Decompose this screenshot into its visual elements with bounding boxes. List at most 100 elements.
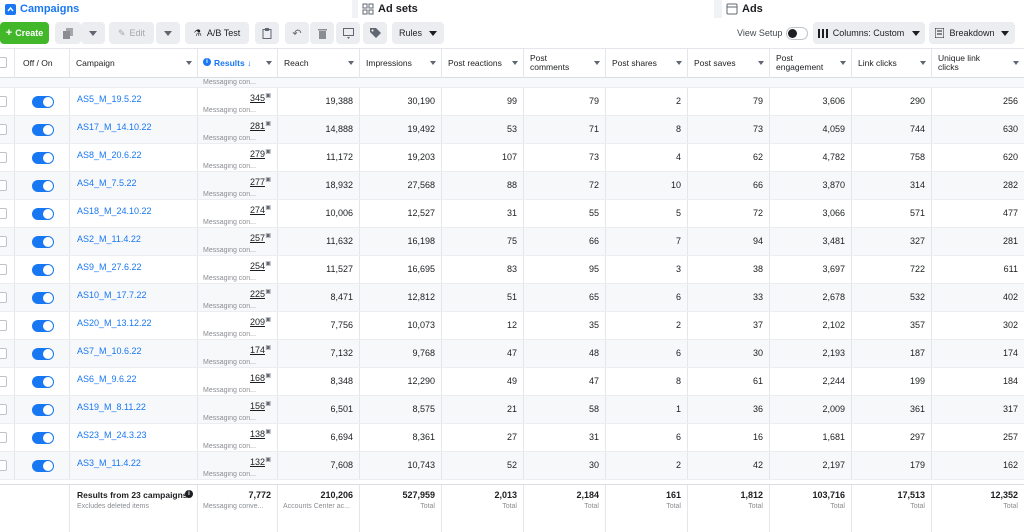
duplicate-button[interactable]	[55, 22, 81, 44]
header-post-reactions[interactable]: Post reactions	[442, 49, 524, 78]
campaign-name-link[interactable]: AS5_M_19.5.22	[77, 94, 142, 104]
results-value[interactable]: 138	[250, 429, 265, 439]
results-value[interactable]: 281	[250, 121, 265, 131]
results-value[interactable]: 174	[250, 345, 265, 355]
row-checkbox[interactable]	[0, 348, 7, 359]
row-checkbox[interactable]	[0, 376, 7, 387]
campaign-toggle[interactable]	[32, 152, 54, 164]
delete-button[interactable]	[310, 22, 334, 44]
header-post-shares[interactable]: Post shares	[606, 49, 688, 78]
table-row[interactable]: AS7_M_10.6.22 174 ▣ Messaging con... 7,132 9,…	[0, 340, 1024, 368]
results-value[interactable]: 345	[250, 93, 265, 103]
select-all-checkbox[interactable]	[0, 57, 7, 68]
campaign-name-link[interactable]: AS4_M_7.5.22	[77, 178, 137, 188]
campaign-name-link[interactable]: AS2_M_11.4.22	[77, 234, 141, 244]
row-checkbox[interactable]	[0, 264, 7, 275]
results-value[interactable]: 277	[250, 177, 265, 187]
campaign-name-link[interactable]: AS3_M_11.4.22	[77, 458, 141, 468]
campaign-toggle[interactable]	[32, 264, 54, 276]
header-results[interactable]: i Results ↓	[198, 49, 278, 78]
campaign-toggle[interactable]	[32, 460, 54, 472]
clipboard-button[interactable]	[255, 22, 279, 44]
table-row[interactable]: AS23_M_24.3.23 138 ▣ Messaging con... 6,694 8…	[0, 424, 1024, 452]
header-post-comments[interactable]: Post comments	[524, 49, 606, 78]
campaign-name-link[interactable]: AS23_M_24.3.23	[77, 430, 147, 440]
preview-button[interactable]	[336, 22, 360, 44]
table-row[interactable]: AS9_M_27.6.22 254 ▣ Messaging con... 11,527 1…	[0, 256, 1024, 284]
results-value[interactable]: 279	[250, 149, 265, 159]
breakdown-button[interactable]: Breakdown	[929, 22, 1015, 44]
table-row[interactable]: AS4_M_7.5.22 277 ▣ Messaging con... 18,932 27…	[0, 172, 1024, 200]
undo-button[interactable]: ↶	[285, 22, 309, 44]
create-button[interactable]: + Create	[0, 22, 49, 44]
table-row[interactable]: AS10_M_17.7.22 225 ▣ Messaging con... 8,471 1…	[0, 284, 1024, 312]
results-value[interactable]: 156	[250, 401, 265, 411]
row-checkbox[interactable]	[0, 292, 7, 303]
campaign-toggle[interactable]	[32, 208, 54, 220]
tab-ads[interactable]: Ads	[722, 0, 1024, 18]
duplicate-dropdown-button[interactable]	[81, 22, 105, 44]
campaign-name-link[interactable]: AS8_M_20.6.22	[77, 150, 142, 160]
results-value[interactable]: 209	[250, 317, 265, 327]
campaign-name-link[interactable]: AS18_M_24.10.22	[77, 206, 152, 216]
campaign-toggle[interactable]	[32, 124, 54, 136]
header-post-engagement[interactable]: Post engagement	[770, 49, 852, 78]
row-checkbox[interactable]	[0, 432, 7, 443]
table-row[interactable]: AS17_M_14.10.22 281 ▣ Messaging con... 14,88…	[0, 116, 1024, 144]
header-link-clicks[interactable]: Link clicks	[852, 49, 932, 78]
tab-adsets[interactable]: Ad sets	[358, 0, 714, 18]
header-off-on[interactable]: Off / On	[15, 49, 70, 78]
header-post-saves[interactable]: Post saves	[688, 49, 770, 78]
row-checkbox[interactable]	[0, 208, 7, 219]
results-value[interactable]: 254	[250, 261, 265, 271]
campaign-toggle[interactable]	[32, 320, 54, 332]
table-row[interactable]: AS19_M_8.11.22 156 ▣ Messaging con... 6,501 8…	[0, 396, 1024, 424]
columns-button[interactable]: Columns: Custom	[813, 22, 925, 44]
table-row[interactable]: AS8_M_20.6.22 279 ▣ Messaging con... 11,172 1…	[0, 144, 1024, 172]
results-value[interactable]: 274	[250, 205, 265, 215]
campaign-toggle[interactable]	[32, 432, 54, 444]
campaign-toggle[interactable]	[32, 404, 54, 416]
campaign-name-link[interactable]: AS19_M_8.11.22	[77, 402, 146, 412]
row-checkbox[interactable]	[0, 404, 7, 415]
row-checkbox[interactable]	[0, 124, 7, 135]
campaign-toggle[interactable]	[32, 236, 54, 248]
row-checkbox[interactable]	[0, 152, 7, 163]
ab-test-button[interactable]: ⚗ A/B Test	[185, 22, 249, 44]
header-impressions[interactable]: Impressions	[360, 49, 442, 78]
edit-button[interactable]: ✎ Edit	[109, 22, 154, 44]
campaign-toggle[interactable]	[32, 96, 54, 108]
campaign-name-link[interactable]: AS17_M_14.10.22	[77, 122, 152, 132]
campaign-name-link[interactable]: AS20_M_13.12.22	[77, 318, 152, 328]
campaign-toggle[interactable]	[32, 348, 54, 360]
campaign-toggle[interactable]	[32, 376, 54, 388]
table-row[interactable]: AS5_M_19.5.22 345 ▣ Messaging con... 19,388 3…	[0, 88, 1024, 116]
results-value[interactable]: 168	[250, 373, 265, 383]
results-value[interactable]: 132	[250, 457, 265, 467]
tag-button[interactable]	[363, 22, 387, 44]
rules-button[interactable]: Rules	[392, 22, 444, 44]
campaign-toggle[interactable]	[32, 292, 54, 304]
campaign-name-link[interactable]: AS6_M_9.6.22	[77, 374, 137, 384]
row-checkbox[interactable]	[0, 180, 7, 191]
campaign-name-link[interactable]: AS10_M_17.7.22	[77, 290, 147, 300]
row-checkbox[interactable]	[0, 320, 7, 331]
table-row[interactable]: AS3_M_11.4.22 132 ▣ Messaging con... 7,608 10…	[0, 452, 1024, 480]
row-checkbox[interactable]	[0, 460, 7, 471]
table-row[interactable]: AS2_M_11.4.22 257 ▣ Messaging con... 11,632 1…	[0, 228, 1024, 256]
header-campaign[interactable]: Campaign	[70, 49, 198, 78]
results-value[interactable]: 257	[250, 233, 265, 243]
campaign-name-link[interactable]: AS7_M_10.6.22	[77, 346, 142, 356]
results-value[interactable]: 225	[250, 289, 265, 299]
view-setup-toggle[interactable]	[786, 27, 808, 40]
header-unique-link-clicks[interactable]: Unique link clicks	[932, 49, 1024, 78]
table-row[interactable]: AS20_M_13.12.22 209 ▣ Messaging con... 7,756…	[0, 312, 1024, 340]
table-row[interactable]: AS6_M_9.6.22 168 ▣ Messaging con... 8,348 12,…	[0, 368, 1024, 396]
header-reach[interactable]: Reach	[278, 49, 360, 78]
table-row[interactable]: AS18_M_24.10.22 274 ▣ Messaging con... 10,00…	[0, 200, 1024, 228]
edit-dropdown-button[interactable]	[156, 22, 180, 44]
row-checkbox[interactable]	[0, 236, 7, 247]
campaign-name-link[interactable]: AS9_M_27.6.22	[77, 262, 142, 272]
campaign-toggle[interactable]	[32, 180, 54, 192]
tab-campaigns[interactable]: Campaigns	[0, 0, 352, 18]
